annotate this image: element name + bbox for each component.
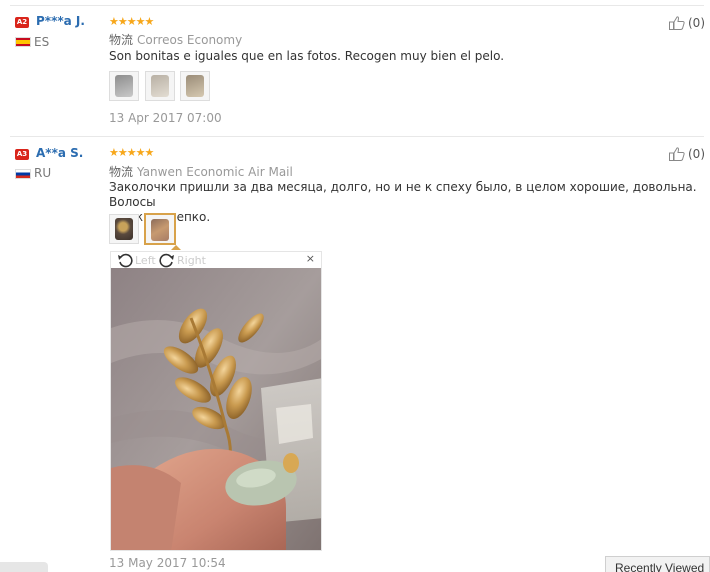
user-level-badge: A2 xyxy=(15,17,29,28)
review-photo-thumb[interactable] xyxy=(109,214,139,244)
top-divider xyxy=(10,5,704,6)
selected-thumb-pointer xyxy=(171,245,181,250)
review-photo-thumb-selected[interactable] xyxy=(144,213,176,245)
rating-stars: ★★★★★ xyxy=(109,146,154,159)
review-text-line: Заколочки пришли за два месяца, долго, н… xyxy=(109,180,697,209)
recently-viewed-tab[interactable]: Recently Viewed xyxy=(605,556,710,572)
like-button[interactable]: (0) xyxy=(669,147,705,161)
thumbs-up-icon xyxy=(669,16,685,30)
reviewer-country: RU xyxy=(34,166,52,180)
photo-viewer-toolbar: Left Right × xyxy=(111,252,321,268)
review-text: Заколочки пришли за два месяца, долго, н… xyxy=(109,180,704,225)
rotate-right-icon xyxy=(159,253,174,268)
shipping-name: Correos Economy xyxy=(137,33,243,47)
review-date: 13 Apr 2017 07:00 xyxy=(109,111,222,125)
country-flag-ru xyxy=(15,169,31,179)
thumbs-up-icon xyxy=(669,147,685,161)
review-photo-thumb[interactable] xyxy=(145,71,175,101)
reviewer-name[interactable]: A**a S. xyxy=(36,146,83,160)
rotate-left-button[interactable]: Left xyxy=(117,252,156,268)
reviewer-name[interactable]: P***a J. xyxy=(36,14,85,28)
country-flag-es xyxy=(15,37,31,47)
user-level-badge: A3 xyxy=(15,149,29,160)
rotate-left-label: Left xyxy=(135,253,156,267)
review-photo-thumb[interactable] xyxy=(109,71,139,101)
like-count: (0) xyxy=(688,16,705,30)
rating-stars: ★★★★★ xyxy=(109,15,154,28)
review-text: Son bonitas e iguales que en las fotos. … xyxy=(109,49,505,63)
review-text-line: держит крепко. xyxy=(109,210,211,224)
shipping-label: 物流 xyxy=(109,33,134,47)
reviewer-country: ES xyxy=(34,35,50,49)
rotate-right-button[interactable]: Right xyxy=(159,252,206,268)
close-icon[interactable]: × xyxy=(306,252,315,265)
review-photo-large xyxy=(111,268,321,550)
shipping-method: 物流 Correos Economy xyxy=(109,31,242,48)
shipping-method: 物流 Yanwen Economic Air Mail xyxy=(109,163,293,180)
review-date: 13 May 2017 10:54 xyxy=(109,556,226,570)
review-photo-thumb[interactable] xyxy=(180,71,210,101)
like-button[interactable]: (0) xyxy=(669,16,705,30)
shipping-name: Yanwen Economic Air Mail xyxy=(137,165,293,179)
shipping-label: 物流 xyxy=(109,165,134,179)
review-divider xyxy=(10,136,704,137)
rotate-right-label: Right xyxy=(177,253,206,267)
rotate-left-icon xyxy=(118,253,133,268)
horizontal-scrollbar[interactable] xyxy=(0,562,48,572)
photo-viewer: Left Right × xyxy=(110,251,322,551)
like-count: (0) xyxy=(688,147,705,161)
